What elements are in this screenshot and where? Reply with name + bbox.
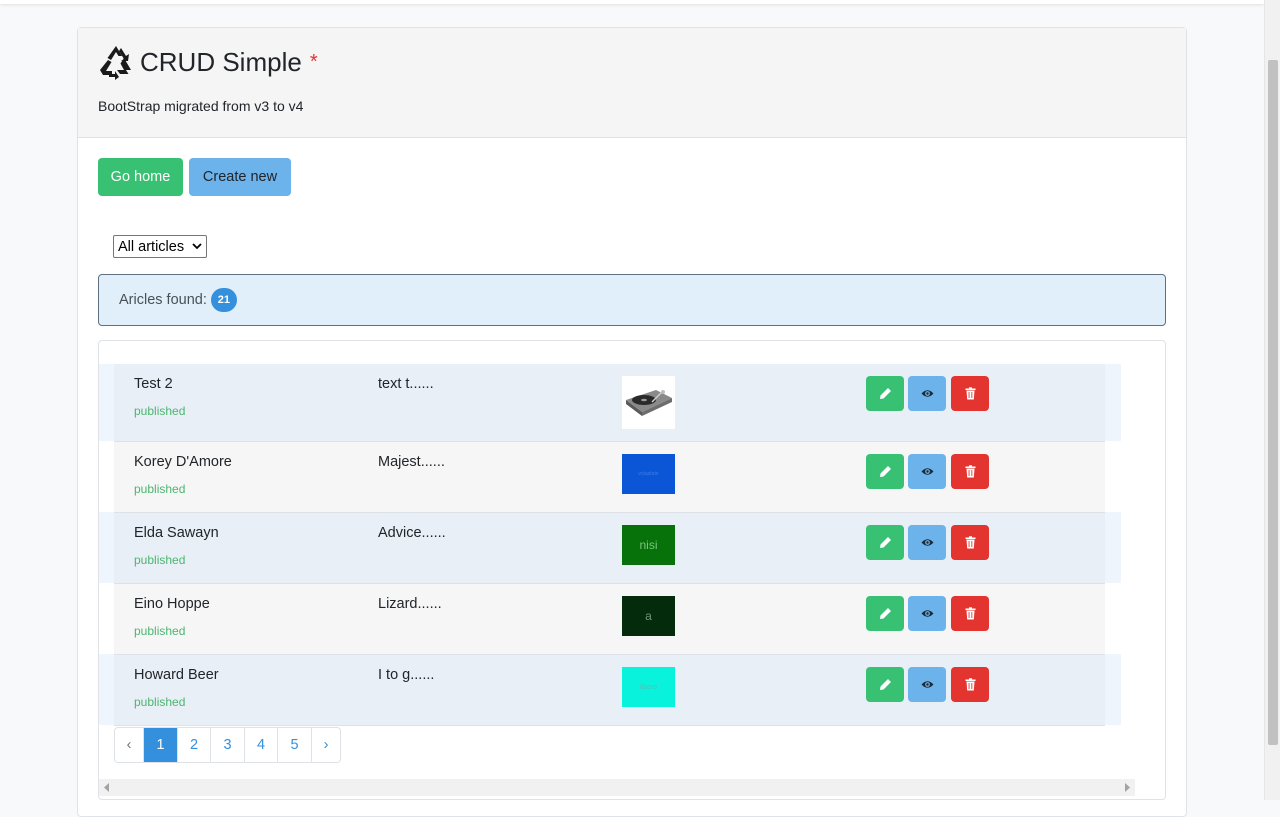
article-excerpt: Majest...... [378,454,445,470]
trash-icon [965,536,975,549]
thumbnail-text: nisi [639,538,658,552]
trash-icon [965,465,975,478]
page-subtitle: BootStrap migrated from v3 to v4 [98,98,304,114]
card-header: CRUD Simple * BootStrap migrated from v3… [78,28,1186,138]
article-thumbnail: a [622,596,675,636]
page-4[interactable]: 4 [245,728,278,762]
article-status: published [134,624,186,638]
edit-button[interactable] [866,525,904,560]
page-1[interactable]: 1 [144,728,178,762]
eye-icon [921,390,933,397]
row-stripe [99,364,114,441]
row-stripe [99,654,114,725]
eye-icon [921,468,933,475]
page-prev[interactable]: ‹ [115,728,144,762]
table-row: Eino Hoppe published Lizard...... a [114,584,1105,655]
required-asterisk: * [309,50,318,73]
eye-icon [921,681,933,688]
delete-button[interactable] [951,667,989,702]
row-stripe [1105,512,1121,583]
delete-button[interactable] [951,596,989,631]
articles-table: Test 2 published text t...... Korey D'Am… [98,340,1166,800]
recycle-icon [100,46,131,80]
row-stripe [1105,654,1121,725]
view-button[interactable] [908,454,946,489]
pencil-icon [879,608,891,619]
filter-selected-value: All articles [118,238,185,255]
thumbnail-text: a [645,609,652,623]
main-card: CRUD Simple * BootStrap migrated from v3… [77,27,1187,817]
article-thumbnail [622,376,675,429]
article-excerpt: Lizard...... [378,596,442,612]
scroll-right-icon[interactable] [1123,783,1131,792]
view-button[interactable] [908,667,946,702]
row-stripe [1105,364,1121,441]
edit-button[interactable] [866,596,904,631]
page-title: CRUD Simple [140,46,302,77]
page-2[interactable]: 2 [178,728,211,762]
turntable-image [626,390,672,416]
table-row: Test 2 published text t...... [114,364,1105,442]
eye-icon [921,610,933,617]
view-button[interactable] [908,596,946,631]
trash-icon [965,607,975,620]
table-row: Elda Sawayn published Advice...... nisi [114,513,1105,584]
pencil-icon [879,679,891,690]
edit-button[interactable] [866,376,904,411]
horizontal-scrollbar[interactable] [99,779,1135,796]
article-thumbnail: voluptate [622,454,675,494]
article-name: Korey D'Amore [134,454,232,470]
view-button[interactable] [908,525,946,560]
delete-button[interactable] [951,454,989,489]
create-new-button[interactable]: Create new [189,158,291,196]
vertical-scrollbar[interactable] [1264,0,1280,800]
article-status: published [134,404,186,418]
articles-count-badge: 21 [210,288,237,312]
article-name: Howard Beer [134,667,219,683]
page-3[interactable]: 3 [211,728,245,762]
article-status: published [134,553,186,567]
page-next[interactable]: › [312,728,340,762]
articles-found-alert: Aricles found: 21 [98,274,1166,326]
trash-icon [965,678,975,691]
article-excerpt: Advice...... [378,525,446,541]
pagination: ‹ 1 2 3 4 5 › [114,727,341,763]
article-status: published [134,482,186,496]
pencil-icon [879,466,891,477]
article-thumbnail: libero [622,667,675,707]
article-thumbnail: nisi [622,525,675,565]
trash-icon [965,387,975,400]
pencil-icon [879,388,891,399]
row-stripe [99,512,114,583]
scroll-left-icon[interactable] [103,783,111,792]
eye-icon [921,539,933,546]
chevron-down-icon [192,243,202,250]
article-status: published [134,695,186,709]
article-name: Eino Hoppe [134,596,210,612]
edit-button[interactable] [866,454,904,489]
delete-button[interactable] [951,525,989,560]
articles-found-label: Aricles found: [119,292,207,308]
article-excerpt: text t...... [378,376,434,392]
pencil-icon [879,537,891,548]
top-bar [0,0,1264,4]
page-5[interactable]: 5 [278,728,312,762]
delete-button[interactable] [951,376,989,411]
article-name: Elda Sawayn [134,525,219,541]
view-button[interactable] [908,376,946,411]
edit-button[interactable] [866,667,904,702]
table-row: Korey D'Amore published Majest...... vol… [114,442,1105,513]
thumbnail-text: libero [639,683,658,691]
article-excerpt: I to g...... [378,667,435,683]
go-home-button[interactable]: Go home [98,158,183,196]
thumbnail-text: voluptate [638,471,659,477]
article-name: Test 2 [134,376,173,392]
scrollbar-thumb[interactable] [1268,60,1278,745]
title-row: CRUD Simple * [98,40,1166,84]
article-filter-select[interactable]: All articles [113,235,207,258]
table-row: Howard Beer published I to g...... liber… [114,655,1105,726]
